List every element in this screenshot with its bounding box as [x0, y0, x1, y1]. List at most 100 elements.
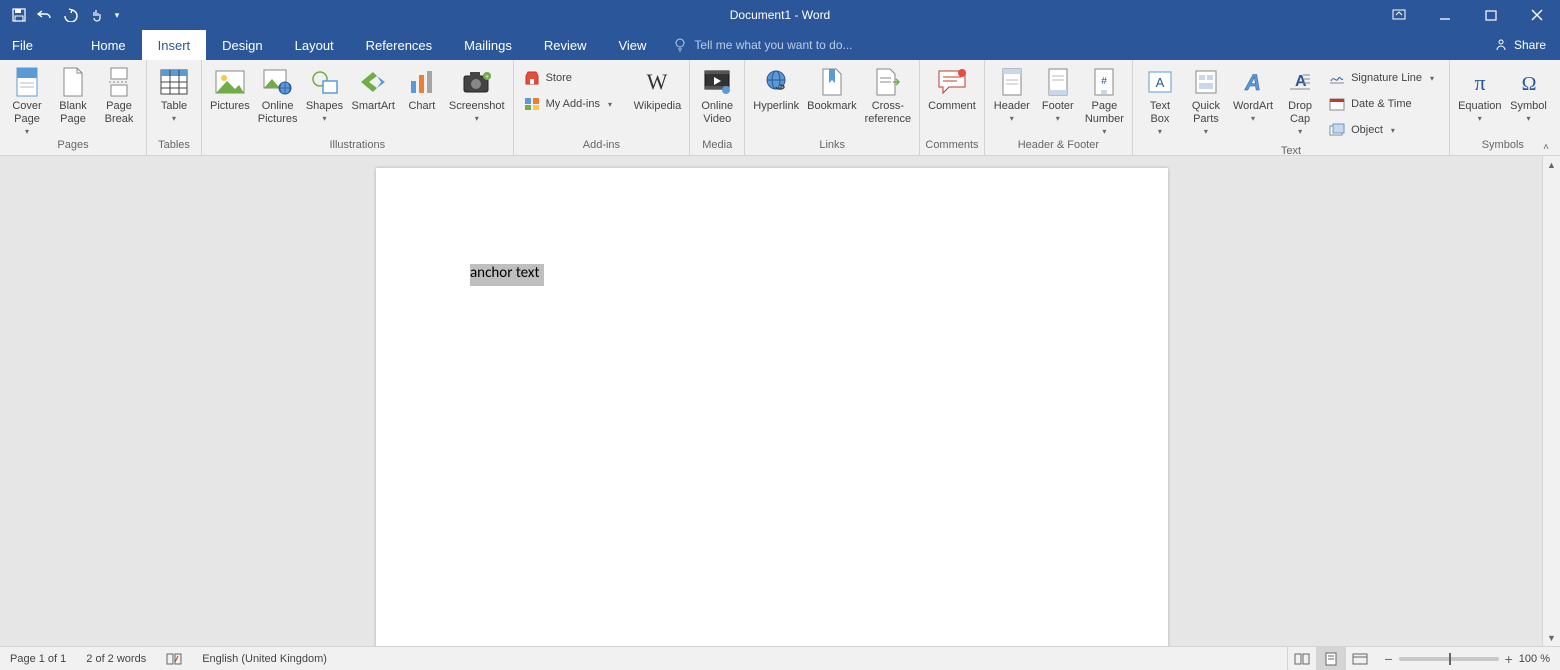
qat-customize-button[interactable]: ▾ — [110, 0, 124, 30]
group-comments: Comment Comments — [920, 60, 985, 155]
wikipedia-button[interactable]: W Wikipedia — [630, 63, 686, 113]
signature-label: Signature Line — [1351, 72, 1422, 84]
bookmark-button[interactable]: Bookmark — [803, 63, 861, 113]
shapes-button[interactable]: Shapes — [302, 63, 348, 123]
chevron-down-icon: ▾ — [608, 100, 612, 109]
save-button[interactable] — [6, 0, 32, 30]
blank-page-button[interactable]: Blank Page — [50, 63, 96, 126]
symbol-button[interactable]: Ω Symbol — [1506, 63, 1552, 123]
collapse-ribbon-button[interactable]: ˄ — [1538, 142, 1554, 153]
header-icon — [1001, 68, 1023, 96]
page-number-button[interactable]: # Page Number — [1081, 63, 1128, 136]
undo-icon — [36, 8, 54, 22]
title-bar: ▾ Document1 - Word — [0, 0, 1560, 30]
cross-reference-button[interactable]: Cross- reference — [861, 63, 915, 126]
object-button[interactable]: Object ▾ — [1329, 119, 1439, 141]
tab-review[interactable]: Review — [528, 30, 603, 60]
tab-insert[interactable]: Insert — [142, 30, 207, 60]
view-print-layout[interactable] — [1316, 647, 1345, 670]
smartart-button[interactable]: SmartArt — [348, 63, 399, 113]
tab-design[interactable]: Design — [206, 30, 278, 60]
svg-text:A: A — [1156, 75, 1165, 90]
date-time-button[interactable]: Date & Time — [1329, 93, 1439, 115]
header-button[interactable]: Header — [989, 63, 1035, 123]
group-links: Hyperlink Bookmark Cross- reference Link… — [745, 60, 920, 155]
zoom-value[interactable]: 100 % — [1519, 653, 1550, 665]
group-label-pages: Pages — [4, 139, 142, 155]
drop-cap-icon: A — [1288, 70, 1312, 94]
text-box-button[interactable]: A Text Box — [1137, 63, 1183, 136]
status-page[interactable]: Page 1 of 1 — [0, 653, 76, 665]
group-symbols: π Equation Ω Symbol Symbols — [1450, 60, 1555, 155]
svg-text:π: π — [1474, 70, 1485, 94]
zoom-in-button[interactable]: + — [1505, 651, 1513, 667]
scroll-down-button[interactable]: ▼ — [1543, 629, 1560, 646]
tab-view[interactable]: View — [602, 30, 662, 60]
drop-cap-button[interactable]: A Drop Cap — [1277, 63, 1323, 136]
tell-me-placeholder: Tell me what you want to do... — [694, 38, 852, 52]
comment-button[interactable]: Comment — [924, 63, 980, 113]
close-button[interactable] — [1514, 0, 1560, 30]
touch-mode-button[interactable] — [84, 0, 110, 30]
maximize-button[interactable] — [1468, 0, 1514, 30]
view-read-mode[interactable] — [1287, 647, 1316, 670]
minimize-button[interactable] — [1422, 0, 1468, 30]
quick-parts-button[interactable]: Quick Parts — [1183, 63, 1229, 136]
table-button[interactable]: Table — [151, 63, 197, 123]
screenshot-button[interactable]: + Screenshot — [445, 63, 509, 123]
view-web-layout[interactable] — [1345, 647, 1374, 670]
online-video-button[interactable]: Online Video — [694, 63, 740, 126]
comment-icon — [937, 69, 967, 95]
document-workspace[interactable]: anchor text ▲ ▼ — [0, 156, 1560, 646]
my-addins-button[interactable]: My Add-ins ▾ — [524, 93, 624, 115]
chevron-down-icon: ▼ — [1547, 633, 1556, 643]
ribbon-options-icon — [1392, 9, 1406, 21]
selected-text[interactable]: anchor text — [470, 264, 544, 286]
maximize-icon — [1485, 9, 1497, 21]
scroll-up-button[interactable]: ▲ — [1543, 156, 1560, 173]
undo-button[interactable] — [32, 0, 58, 30]
hyperlink-icon — [762, 69, 790, 95]
tab-mailings[interactable]: Mailings — [448, 30, 528, 60]
store-button[interactable]: Store — [524, 67, 624, 89]
book-icon — [166, 653, 182, 665]
object-icon — [1329, 122, 1345, 138]
group-illustrations: Pictures Online Pictures Shapes SmartArt… — [202, 60, 514, 155]
window-controls — [1376, 0, 1560, 30]
zoom-out-button[interactable]: − — [1384, 651, 1392, 667]
store-label: Store — [546, 72, 572, 84]
redo-button[interactable] — [58, 0, 84, 30]
smartart-icon — [359, 70, 387, 94]
group-label-media: Media — [694, 139, 740, 155]
table-icon — [160, 69, 188, 95]
page-break-button[interactable]: Page Break — [96, 63, 142, 126]
share-button[interactable]: Share — [1480, 30, 1560, 60]
tab-references[interactable]: References — [350, 30, 448, 60]
status-language[interactable]: English (United Kingdom) — [192, 653, 337, 665]
ribbon-options-button[interactable] — [1376, 0, 1422, 30]
vertical-scrollbar[interactable]: ▲ ▼ — [1542, 156, 1560, 646]
equation-button[interactable]: π Equation — [1454, 63, 1505, 123]
tab-file[interactable]: File — [0, 30, 45, 60]
wordart-button[interactable]: A WordArt — [1229, 63, 1277, 123]
share-icon — [1494, 38, 1508, 52]
tab-layout[interactable]: Layout — [279, 30, 350, 60]
object-label: Object — [1351, 124, 1383, 136]
wordart-icon: A — [1240, 70, 1266, 94]
cover-page-button[interactable]: Cover Page — [4, 63, 50, 136]
footer-button[interactable]: Footer — [1035, 63, 1081, 123]
status-proofing[interactable] — [156, 653, 192, 665]
tell-me-search[interactable]: Tell me what you want to do... — [662, 30, 1480, 60]
chart-button[interactable]: Chart — [399, 63, 445, 113]
status-word-count[interactable]: 2 of 2 words — [76, 653, 156, 665]
zoom-slider[interactable] — [1399, 657, 1499, 661]
group-tables: Table Tables — [147, 60, 202, 155]
svg-text:A: A — [1244, 70, 1261, 94]
group-label-symbols: Symbols — [1454, 139, 1551, 155]
signature-line-button[interactable]: Signature Line ▾ — [1329, 67, 1439, 89]
online-pictures-button[interactable]: Online Pictures — [254, 63, 302, 126]
hyperlink-button[interactable]: Hyperlink — [749, 63, 803, 113]
tab-home[interactable]: Home — [75, 30, 142, 60]
document-page[interactable]: anchor text — [376, 168, 1168, 646]
pictures-button[interactable]: Pictures — [206, 63, 254, 113]
